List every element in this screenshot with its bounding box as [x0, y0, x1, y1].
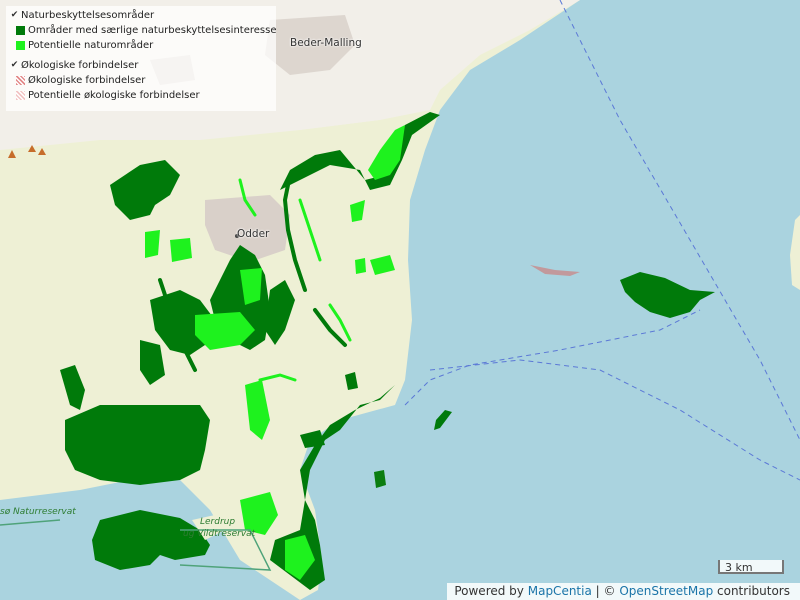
- mapcentia-link[interactable]: MapCentia: [528, 584, 592, 598]
- hatch-swatch-icon: [16, 76, 25, 85]
- legend-group2-label: Økologiske forbindelser: [21, 60, 139, 71]
- legend-item4-label: Potentielle økologiske forbindelser: [28, 90, 200, 101]
- legend-item-protected: Områder med særlige naturbeskyttelsesint…: [10, 23, 277, 38]
- legend-item1-label: Områder med særlige naturbeskyttelsesint…: [28, 25, 277, 36]
- osm-link[interactable]: OpenStreetMap: [619, 584, 713, 598]
- place-label-odder: Odder: [237, 228, 270, 240]
- attribution-prefix: Powered by: [454, 584, 524, 598]
- scale-bar: 3 km: [718, 560, 784, 574]
- reserve-label-1: sø Naturreservat: [0, 507, 76, 517]
- checkbox-icon[interactable]: ✔: [10, 61, 19, 70]
- legend-group-oekologiske[interactable]: ✔ Økologiske forbindelser: [10, 58, 272, 73]
- protected-swatch-icon: [16, 26, 25, 35]
- legend-item-potential: Potentielle naturområder: [10, 38, 272, 53]
- reserve-label-2b: ug Vildtreservat: [183, 529, 256, 539]
- legend-item-ecological: Økologiske forbindelser: [10, 73, 272, 88]
- attribution-suffix: contributors: [717, 584, 790, 598]
- legend-group-naturbeskyttelse[interactable]: ✔ Naturbeskyttelsesområder: [10, 8, 272, 23]
- legend-item-potential-ecological: Potentielle økologiske forbindelser: [10, 88, 272, 103]
- potential-swatch-icon: [16, 41, 25, 50]
- legend-item2-label: Potentielle naturområder: [28, 40, 154, 51]
- legend-item3-label: Økologiske forbindelser: [28, 75, 146, 86]
- place-label-beder: Beder-Malling: [290, 37, 362, 49]
- light-hatch-swatch-icon: [16, 91, 25, 100]
- legend-panel: ✔ Naturbeskyttelsesområder Områder med s…: [6, 6, 277, 111]
- attribution-separator: | ©: [595, 584, 616, 598]
- attribution: Powered by MapCentia | © OpenStreetMap c…: [447, 583, 800, 600]
- checkbox-icon[interactable]: ✔: [10, 11, 19, 20]
- reserve-label-2a: Lerdrup: [200, 517, 236, 527]
- legend-group1-label: Naturbeskyttelsesområder: [21, 10, 155, 21]
